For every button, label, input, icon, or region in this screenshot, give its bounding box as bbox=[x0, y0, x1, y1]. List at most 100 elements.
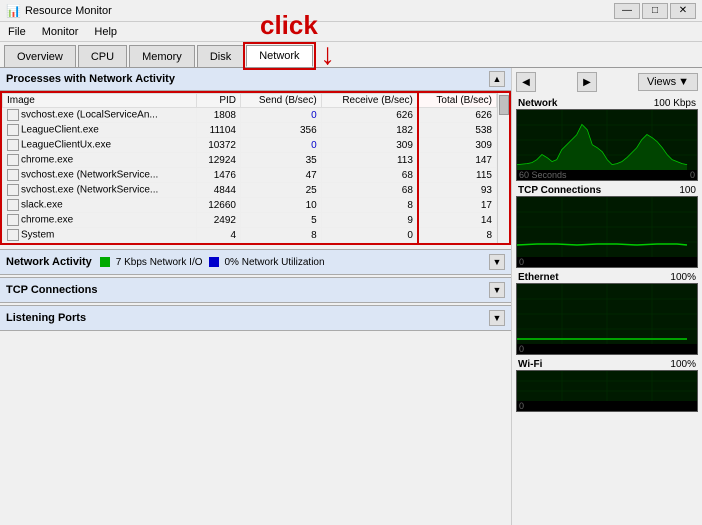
graph-wifi-canvas bbox=[517, 371, 697, 401]
cell-image: svchost.exe (LocalServiceAn... bbox=[3, 108, 197, 123]
graph-network-scale: 100 Kbps bbox=[654, 98, 696, 109]
col-send[interactable]: Send (B/sec) bbox=[241, 94, 322, 108]
graph-network: Network 100 Kbps bbox=[516, 98, 698, 181]
cell-receive: 68 bbox=[321, 168, 418, 183]
col-total[interactable]: Total (B/sec) bbox=[418, 94, 497, 108]
menu-bar: File Monitor Help bbox=[0, 22, 702, 42]
table-row: svchost.exe (LocalServiceAn...1808062662… bbox=[3, 108, 497, 123]
scrollbar-thumb[interactable] bbox=[499, 95, 509, 115]
nav-next-button[interactable]: ▶ bbox=[577, 72, 597, 92]
title-left: 📊 Resource Monitor bbox=[6, 4, 112, 18]
col-receive[interactable]: Receive (B/sec) bbox=[321, 94, 418, 108]
graph-ethernet-svg bbox=[517, 284, 697, 344]
table-scrollbar[interactable] bbox=[497, 93, 509, 243]
network-activity-collapse[interactable]: ▼ bbox=[489, 254, 505, 270]
listening-collapse[interactable]: ▼ bbox=[489, 310, 505, 326]
tab-network[interactable]: Network bbox=[246, 45, 312, 67]
graph-network-scale-bottom: 60 Seconds 0 bbox=[517, 170, 697, 180]
row-checkbox[interactable] bbox=[7, 229, 19, 241]
cell-receive: 9 bbox=[321, 213, 418, 228]
tab-disk[interactable]: Disk bbox=[197, 45, 244, 67]
graph-wifi-scale-bottom: 0 bbox=[517, 401, 697, 411]
nav-tabs: Overview CPU Memory Disk Network bbox=[0, 42, 702, 68]
row-checkbox[interactable] bbox=[7, 169, 19, 181]
table-row: System4808 bbox=[3, 228, 497, 243]
title-controls: — □ ✕ bbox=[614, 3, 696, 19]
col-pid[interactable]: PID bbox=[196, 94, 240, 108]
listening-ports-section[interactable]: Listening Ports ▼ bbox=[0, 305, 511, 331]
io-label: 7 Kbps Network I/O bbox=[116, 257, 203, 268]
right-panel: ◀ ▶ Views ▼ Network 100 Kbps bbox=[512, 68, 702, 525]
cell-total: 538 bbox=[418, 123, 497, 138]
row-checkbox[interactable] bbox=[7, 124, 19, 136]
restore-button[interactable]: □ bbox=[642, 3, 668, 19]
cell-receive: 309 bbox=[321, 138, 418, 153]
tcp-collapse[interactable]: ▼ bbox=[489, 282, 505, 298]
cell-receive: 113 bbox=[321, 153, 418, 168]
cell-image: chrome.exe bbox=[3, 153, 197, 168]
graph-wifi-time-value: 0 bbox=[519, 401, 524, 411]
process-section-header[interactable]: Processes with Network Activity ▲ bbox=[0, 68, 511, 91]
tab-memory[interactable]: Memory bbox=[129, 45, 195, 67]
cell-pid: 1476 bbox=[196, 168, 240, 183]
io-legend-icon bbox=[100, 257, 110, 267]
util-label: 0% Network Utilization bbox=[225, 257, 325, 268]
graph-wifi-svg bbox=[517, 371, 697, 401]
row-checkbox[interactable] bbox=[7, 199, 19, 211]
tcp-connections-section[interactable]: TCP Connections ▼ bbox=[0, 277, 511, 303]
graph-ethernet-container: 0 bbox=[516, 283, 698, 355]
table-row: svchost.exe (NetworkService...4844256893 bbox=[3, 183, 497, 198]
cell-image: LeagueClient.exe bbox=[3, 123, 197, 138]
cell-send: 8 bbox=[241, 228, 322, 243]
cell-total: 626 bbox=[418, 108, 497, 123]
views-label: Views bbox=[647, 76, 676, 88]
views-button[interactable]: Views ▼ bbox=[638, 73, 698, 91]
cell-image: svchost.exe (NetworkService... bbox=[3, 168, 197, 183]
graph-tcp-name: TCP Connections bbox=[518, 185, 601, 196]
process-collapse-button[interactable]: ▲ bbox=[489, 71, 505, 87]
graph-network-labelbar: Network 100 Kbps bbox=[516, 98, 698, 109]
close-button[interactable]: ✕ bbox=[670, 3, 696, 19]
cell-image: chrome.exe bbox=[3, 213, 197, 228]
cell-receive: 0 bbox=[321, 228, 418, 243]
row-checkbox[interactable] bbox=[7, 214, 19, 226]
title-text: Resource Monitor bbox=[25, 5, 112, 17]
network-activity-section[interactable]: Network Activity 7 Kbps Network I/O 0% N… bbox=[0, 249, 511, 275]
menu-monitor[interactable]: Monitor bbox=[38, 25, 83, 39]
app-icon: 📊 bbox=[6, 4, 21, 18]
cell-total: 93 bbox=[418, 183, 497, 198]
row-checkbox[interactable] bbox=[7, 139, 19, 151]
graph-wifi-labelbar: Wi-Fi 100% bbox=[516, 359, 698, 370]
process-section-title: Processes with Network Activity bbox=[6, 73, 175, 85]
graph-tcp-scale-bottom: 0 bbox=[517, 257, 697, 267]
row-checkbox[interactable] bbox=[7, 109, 19, 121]
row-checkbox[interactable] bbox=[7, 154, 19, 166]
cell-total: 309 bbox=[418, 138, 497, 153]
tab-cpu[interactable]: CPU bbox=[78, 45, 127, 67]
cell-pid: 12924 bbox=[196, 153, 240, 168]
listening-title: Listening Ports bbox=[6, 312, 86, 324]
row-checkbox[interactable] bbox=[7, 184, 19, 196]
cell-receive: 68 bbox=[321, 183, 418, 198]
graph-ethernet-canvas bbox=[517, 284, 697, 344]
graph-tcp: TCP Connections 100 bbox=[516, 185, 698, 268]
minimize-button[interactable]: — bbox=[614, 3, 640, 19]
graph-network-time-value: 0 bbox=[690, 170, 695, 180]
cell-total: 14 bbox=[418, 213, 497, 228]
table-row: LeagueClientUx.exe103720309309 bbox=[3, 138, 497, 153]
cell-send: 25 bbox=[241, 183, 322, 198]
cell-send: 5 bbox=[241, 213, 322, 228]
menu-file[interactable]: File bbox=[4, 25, 30, 39]
network-activity-title: Network Activity bbox=[6, 256, 92, 268]
tab-overview[interactable]: Overview bbox=[4, 45, 76, 67]
process-table: Image PID Send (B/sec) Receive (B/sec) T… bbox=[2, 93, 497, 243]
col-image[interactable]: Image bbox=[3, 94, 197, 108]
graph-tcp-svg bbox=[517, 197, 697, 257]
graph-network-container: 60 Seconds 0 bbox=[516, 109, 698, 181]
cell-receive: 182 bbox=[321, 123, 418, 138]
tcp-title: TCP Connections bbox=[6, 284, 97, 296]
cell-total: 115 bbox=[418, 168, 497, 183]
nav-prev-button[interactable]: ◀ bbox=[516, 72, 536, 92]
menu-help[interactable]: Help bbox=[90, 25, 121, 39]
cell-pid: 4844 bbox=[196, 183, 240, 198]
